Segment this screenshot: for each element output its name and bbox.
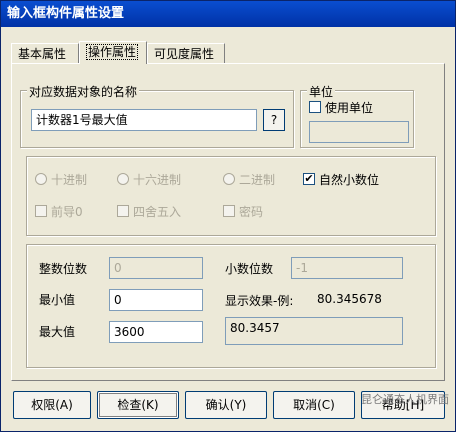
tab-basic-properties[interactable]: 基本属性 (11, 43, 79, 63)
tab-operation-properties[interactable]: 操作属性 (79, 41, 147, 64)
natural-decimal-checkbox[interactable]: ✔ (303, 173, 315, 185)
tab-visibility-properties[interactable]: 可见度属性 (147, 43, 225, 63)
dialog-window: 输入框构件属性设置 基本属性 操作属性 可见度属性 对应数据对象的名称 计数器1… (0, 0, 456, 432)
radio-decimal[interactable] (35, 173, 47, 185)
unit-group-label: 单位 (307, 83, 336, 100)
round-label: 四舍五入 (133, 205, 182, 219)
unit-input[interactable] (309, 121, 409, 143)
title-bar: 输入框构件属性设置 (1, 1, 455, 27)
int-digits-input[interactable]: 0 (109, 257, 203, 279)
password-checkbox[interactable] (223, 205, 235, 217)
dec-digits-label: 小数位数 (225, 262, 274, 276)
permission-button[interactable]: 权限(A) (13, 391, 91, 419)
max-value-input[interactable]: 3600 (109, 321, 203, 343)
preview-result: 80.3457 (225, 317, 403, 345)
round-checkbox[interactable] (117, 205, 129, 217)
dec-digits-input[interactable]: -1 (291, 257, 403, 279)
radio-binary[interactable] (223, 173, 235, 185)
min-value-input[interactable]: 0 (109, 289, 203, 311)
radio-hex-label: 十六进制 (133, 173, 182, 187)
use-unit-label: 使用单位 (325, 101, 374, 115)
min-value-label: 最小值 (39, 293, 76, 307)
digits-group: 整数位数 0 小数位数 -1 最小值 0 显示效果-例: 80.345678 最… (26, 244, 436, 368)
use-unit-checkbox[interactable] (309, 101, 321, 113)
data-object-input[interactable]: 计数器1号最大值 (31, 109, 257, 131)
cancel-button[interactable]: 取消(C) (273, 391, 355, 419)
max-value-label: 最大值 (39, 325, 76, 339)
natural-decimal-label: 自然小数位 (319, 173, 380, 187)
radio-binary-label: 二进制 (239, 173, 276, 187)
check-button[interactable]: 检查(K) (97, 391, 179, 419)
radio-hex[interactable] (117, 173, 129, 185)
watermark: 昆仑通态人机界面 (361, 393, 449, 406)
unit-group: 单位 使用单位 (300, 83, 414, 148)
browse-button[interactable]: ? (263, 109, 285, 131)
data-object-group: 对应数据对象的名称 计数器1号最大值 ? (20, 83, 294, 148)
format-group: 十进制 十六进制 二进制 ✔ 自然小数位 前导0 四舍五入 密码 (26, 156, 436, 236)
leading-zero-checkbox[interactable] (35, 205, 47, 217)
password-label: 密码 (239, 205, 264, 219)
window-title: 输入框构件属性设置 (7, 6, 125, 21)
tab-panel: 对应数据对象的名称 计数器1号最大值 ? 单位 使用单位 十进制 十六进制 二进… (11, 63, 445, 381)
int-digits-label: 整数位数 (39, 262, 88, 276)
data-object-group-label: 对应数据对象的名称 (27, 83, 140, 100)
leading-zero-label: 前导0 (51, 205, 83, 219)
ok-button[interactable]: 确认(Y) (185, 391, 267, 419)
preview-label: 显示效果-例: (225, 294, 294, 308)
preview-example: 80.345678 (317, 292, 382, 306)
radio-decimal-label: 十进制 (51, 173, 88, 187)
